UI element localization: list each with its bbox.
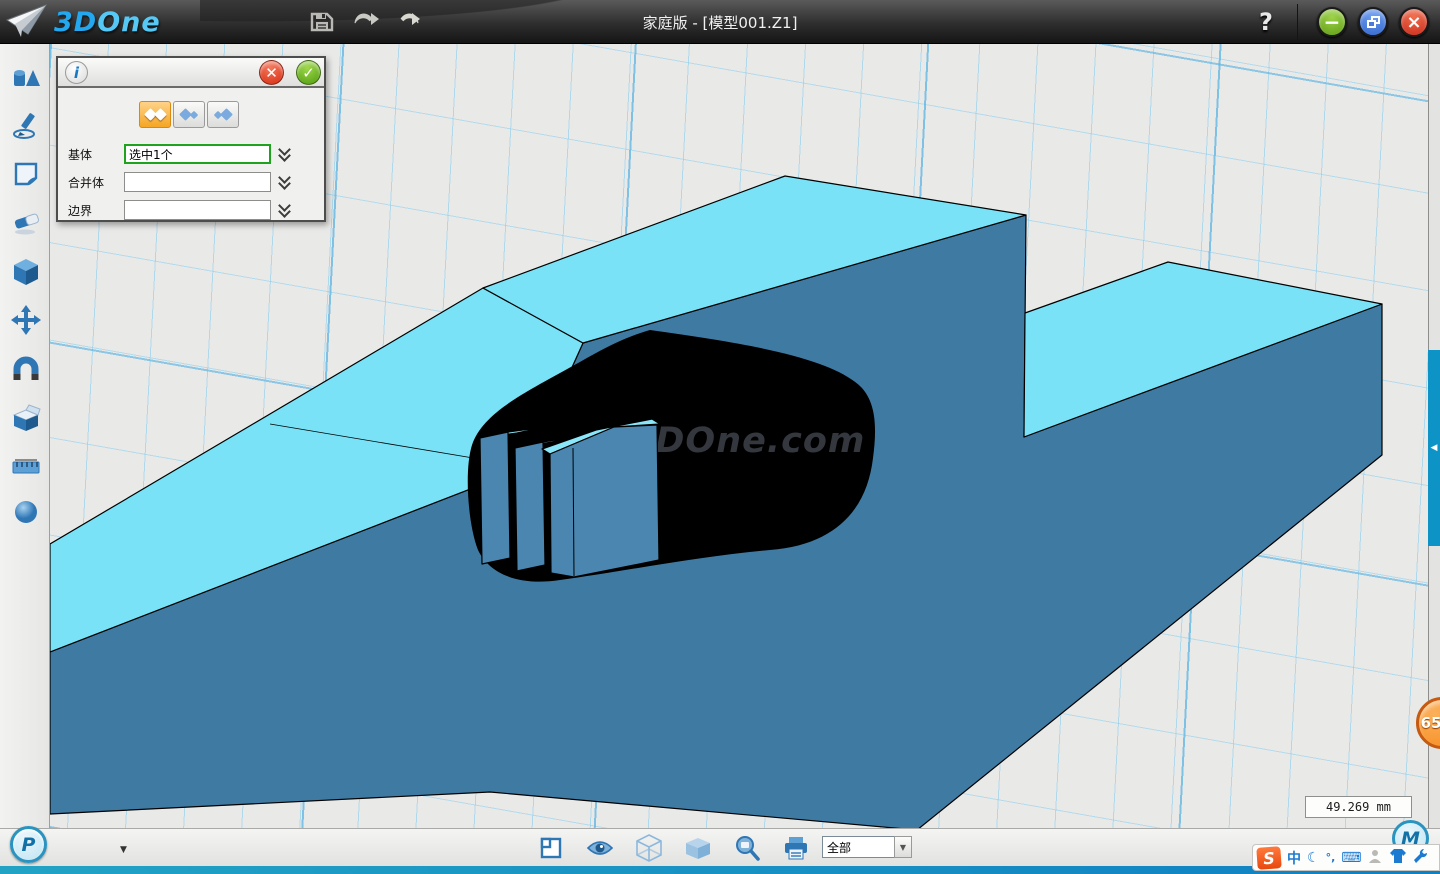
sidebar-item-ruler[interactable]	[10, 449, 42, 481]
diamond-icon	[190, 110, 198, 118]
redo-button[interactable]	[391, 6, 423, 38]
zoom-view-icon	[734, 835, 760, 861]
info-icon[interactable]: i	[65, 61, 88, 84]
sidebar-item-sphere[interactable]	[10, 496, 42, 528]
p-dropdown-arrow-icon[interactable]: ▼	[120, 845, 127, 855]
chevron-double-down-icon[interactable]	[279, 146, 293, 162]
print-button[interactable]	[780, 832, 812, 864]
sidebar-item-eraser[interactable]	[10, 207, 42, 239]
ime-keyboard-icon[interactable]: ⌨	[1341, 850, 1361, 866]
redo-icon	[393, 9, 421, 35]
restore-icon	[1367, 16, 1380, 28]
ime-moon-icon[interactable]: ☾	[1307, 850, 1320, 866]
undo-icon	[352, 9, 380, 35]
cube-icon	[12, 257, 40, 287]
app-window: 3DOne 家庭版 - [模型001.Z1]	[0, 0, 1440, 874]
corner-view-button[interactable]	[535, 832, 567, 864]
dimension-readout: 49.269 mm	[1305, 796, 1412, 818]
dialog-confirm-button[interactable]: ✓	[296, 60, 321, 85]
zoom-view-button[interactable]	[731, 832, 763, 864]
dropdown-arrow-icon[interactable]: ▼	[894, 836, 912, 858]
minimize-button[interactable]: −	[1317, 7, 1347, 37]
restore-button[interactable]	[1358, 7, 1388, 37]
wireframe-cube-icon	[636, 834, 662, 862]
undo-button[interactable]	[350, 6, 382, 38]
help-button[interactable]: ?	[1250, 6, 1282, 38]
ime-lang-toggle[interactable]: 中	[1287, 848, 1301, 868]
ime-punctuation-toggle[interactable]: °,	[1326, 851, 1336, 864]
panel-expand-tab[interactable]: ◀	[1428, 350, 1440, 546]
field-label: 边界	[68, 202, 124, 219]
ime-settings-wrench-icon[interactable]	[1413, 848, 1429, 868]
title-bar: 3DOne 家庭版 - [模型001.Z1]	[0, 0, 1440, 44]
field-row-merge: 合并体	[68, 171, 293, 193]
primitives-icon	[11, 64, 41, 92]
tool-sidebar	[0, 44, 50, 828]
chevron-double-down-icon[interactable]	[279, 174, 293, 190]
corner-view-icon	[539, 836, 563, 860]
chevron-left-icon: ◀	[1431, 443, 1438, 453]
sketch-icon	[11, 111, 41, 141]
field-label: 基体	[68, 146, 124, 163]
sidebar-item-move[interactable]	[10, 304, 42, 336]
view-toolbar: ▼	[0, 828, 1440, 866]
sidebar-item-open-box[interactable]	[10, 401, 42, 433]
magnet-icon	[11, 355, 41, 383]
shaded-cube-icon	[685, 836, 711, 860]
field-row-boundary: 边界	[68, 199, 293, 221]
save-icon	[310, 10, 334, 34]
visibility-button[interactable]	[584, 832, 616, 864]
display-filter-value[interactable]	[822, 836, 894, 858]
dialog-header: i ✕ ✓	[58, 58, 324, 88]
ruler-icon	[11, 454, 41, 476]
dialog-cancel-button[interactable]: ✕	[259, 60, 284, 85]
eraser-icon	[11, 210, 41, 236]
field-label: 合并体	[68, 174, 124, 191]
visibility-eye-icon	[586, 838, 614, 858]
ime-skin-icon[interactable]	[1389, 848, 1407, 868]
sheet-icon	[12, 160, 40, 188]
boolean-intersect-button[interactable]	[207, 101, 239, 128]
ime-logo-icon[interactable]: S	[1256, 846, 1281, 870]
boundary-input[interactable]	[124, 200, 271, 220]
chevron-double-down-icon[interactable]	[279, 202, 293, 218]
move-icon	[11, 305, 41, 335]
shaded-view-button[interactable]	[682, 832, 714, 864]
model-plates[interactable]	[480, 419, 660, 577]
diamond-icon	[154, 108, 167, 121]
boolean-subtract-button[interactable]	[173, 101, 205, 128]
wireframe-button[interactable]	[633, 832, 665, 864]
field-row-base: 基体	[68, 143, 293, 165]
sidebar-item-cube[interactable]	[10, 256, 42, 288]
close-button[interactable]: ×	[1399, 7, 1429, 37]
boolean-mode-toggles	[139, 101, 239, 128]
sidebar-item-sheet[interactable]	[10, 158, 42, 190]
base-body-input[interactable]	[124, 144, 271, 164]
properties-quick-button[interactable]: P	[10, 826, 47, 863]
sidebar-item-sketch[interactable]	[10, 110, 42, 142]
save-button[interactable]	[306, 6, 338, 38]
ime-toolbar: S 中 ☾ °, ⌨	[1252, 844, 1440, 871]
command-dialog: i ✕ ✓ 基体 合并体 边界	[56, 56, 326, 222]
diamond-icon	[220, 108, 233, 121]
bottom-status-strip	[0, 866, 1440, 874]
open-box-icon	[11, 402, 41, 432]
sidebar-item-magnet[interactable]	[10, 353, 42, 385]
ime-person-icon[interactable]	[1367, 848, 1383, 868]
sphere-icon	[12, 498, 40, 526]
titlebar-separator	[1297, 4, 1298, 40]
window-title: 家庭版 - [模型001.Z1]	[0, 0, 1440, 44]
boolean-add-button[interactable]	[139, 101, 171, 128]
sidebar-item-primitives[interactable]	[10, 62, 42, 94]
merge-body-input[interactable]	[124, 172, 271, 192]
print-icon	[783, 835, 809, 861]
display-filter: ▼	[822, 836, 912, 858]
